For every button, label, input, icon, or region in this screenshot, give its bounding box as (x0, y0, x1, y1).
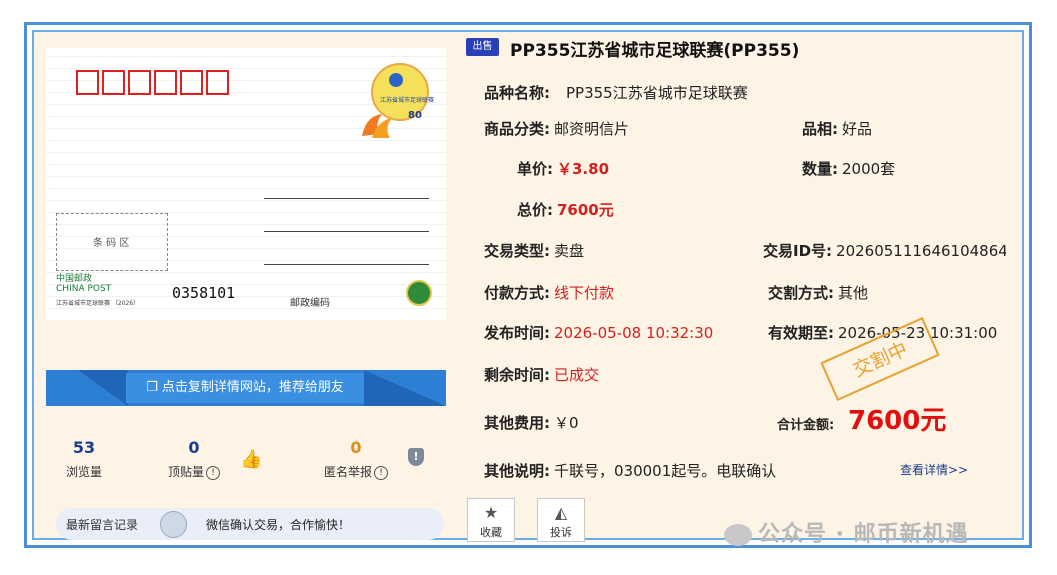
address-line (264, 264, 429, 265)
avatar (160, 511, 187, 538)
payment-row: 付款方式: 线下付款 (484, 284, 615, 302)
postcard-serial: 0358101 (172, 284, 236, 302)
postcode-label: 邮政编码 (290, 298, 330, 309)
views-count: 53 (72, 438, 96, 457)
latest-message-bar: 最新留言记录 微信确认交易，合作愉快！ (56, 508, 444, 540)
tops-count: 0 (188, 438, 200, 457)
postcard-image: 江苏省城市足球联赛 80 条 码 区 中国邮政 CHINA POST 江苏省城市… (46, 48, 446, 320)
trade-type-row: 交易类型: 卖盘 (484, 242, 585, 260)
condition-value: 好品 (842, 120, 873, 138)
trade-id-value: 202605111646104864 (836, 242, 1006, 260)
sale-badge: 出售 (466, 38, 499, 56)
publish-value: 2026-05-08 10:32:30 (554, 324, 714, 342)
thumbs-up-icon[interactable]: 👍 (240, 449, 262, 470)
copy-icon: ❐ (146, 380, 158, 395)
variety-value: PP355江苏省城市足球联赛 (566, 84, 748, 102)
view-details-link[interactable]: 查看详情>> (900, 461, 968, 478)
tops-label: 顶贴量 (167, 465, 204, 479)
sum-row: 合计金额: (777, 418, 835, 433)
league-logo-icon: 江苏省城市足球联赛 80 (362, 63, 434, 138)
complain-button[interactable]: ◭ 投诉 (537, 498, 585, 542)
barcode-label: 条 码 区 (93, 238, 130, 249)
brand-en: CHINA POST (56, 284, 112, 294)
publish-row: 发布时间: 2026-05-08 10:32:30 (484, 324, 714, 342)
quantity-value: 2000套 (842, 160, 896, 178)
messages-label: 最新留言记录 (66, 518, 139, 532)
total-row: 总价: 7600元 (517, 201, 614, 219)
complain-label: 投诉 (550, 526, 572, 539)
variety-row: 品种名称: PP355江苏省城市足球联赛 (484, 84, 748, 102)
emblem-icon (406, 280, 432, 306)
tops-stat: 0 顶贴量! (162, 438, 226, 480)
logo-text: 江苏省城市足球联赛 (380, 96, 434, 104)
quantity-row: 数量: 2000套 (802, 160, 896, 178)
copy-share-link-button[interactable]: ❐ 点击复制详情网站，推荐给朋友 (126, 373, 364, 403)
shield-icon[interactable]: ! (408, 448, 424, 466)
postcode-boxes (76, 70, 229, 95)
delivery-row: 交割方式: 其他 (768, 284, 869, 302)
wechat-icon (724, 524, 752, 546)
reports-stat: 0 匿名举报! (318, 438, 394, 480)
address-line (264, 231, 429, 232)
star-icon: ★ (483, 503, 499, 522)
address-line (264, 198, 429, 199)
reports-label: 匿名举报 (323, 465, 372, 479)
sum-value: 7600元 (848, 406, 947, 436)
other-fee-row: 其他费用: ￥0 (484, 414, 579, 432)
total-value: 7600元 (557, 201, 614, 219)
share-label: 点击复制详情网站，推荐给朋友 (161, 380, 344, 395)
favorite-button[interactable]: ★ 收藏 (467, 498, 515, 542)
megaphone-icon: ◭ (554, 503, 568, 522)
help-icon[interactable]: ! (374, 465, 388, 480)
notes-value: 千联号，030001起号。电联确认 (554, 462, 777, 480)
category-value: 邮资明信片 (554, 120, 630, 138)
china-post-logo: 中国邮政 CHINA POST (56, 274, 111, 294)
trade-type-value: 卖盘 (554, 242, 585, 260)
barcode-area: 条 码 区 (56, 213, 168, 271)
condition-row: 品相: 好品 (802, 120, 873, 138)
brand-cn: 中国邮政 (56, 274, 93, 284)
payment-value: 线下付款 (554, 284, 615, 302)
notes-row: 其他说明: 千联号，030001起号。电联确认 (484, 462, 777, 480)
unit-price-value: ￥3.80 (557, 160, 610, 178)
help-icon[interactable]: ! (206, 465, 220, 480)
listing-title: PP355江苏省城市足球联赛(PP355) (510, 41, 800, 61)
reports-count: 0 (350, 438, 362, 457)
unit-price-row: 单价: ￥3.80 (517, 160, 610, 178)
delivery-value: 其他 (838, 284, 869, 302)
remaining-value: 已成交 (554, 366, 600, 384)
logo-number: 80 (408, 110, 422, 121)
other-fee-value: ￥0 (554, 414, 579, 432)
trade-id-row: 交易ID号: 202605111646104864 (763, 242, 1006, 260)
views-stat: 53 浏览量 (60, 438, 108, 480)
latest-message: 微信确认交易，合作愉快！ (206, 518, 351, 532)
remaining-row: 剩余时间: 已成交 (484, 366, 600, 384)
watermark-text: 公众号 · 邮币新机遇 (724, 516, 969, 548)
category-row: 商品分类: 邮资明信片 (484, 120, 630, 138)
views-label: 浏览量 (65, 465, 102, 479)
favorite-label: 收藏 (480, 526, 502, 539)
postcard-subtitle: 江苏省城市足球联赛 （2026） (56, 300, 140, 307)
